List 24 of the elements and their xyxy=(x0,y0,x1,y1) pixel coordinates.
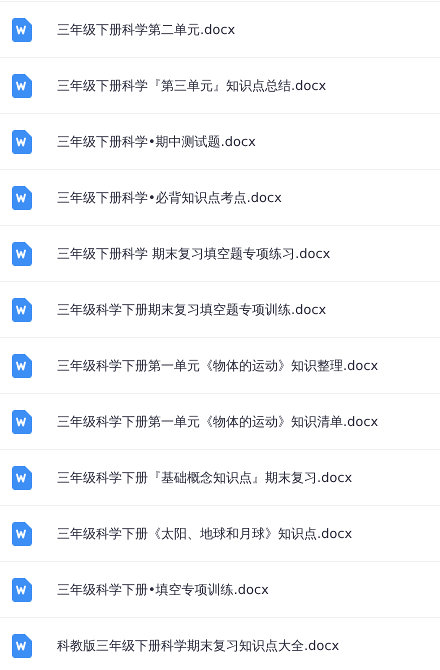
file-name-link[interactable]: 三年级下册科学第二单元.docx xyxy=(57,20,236,38)
word-document-icon xyxy=(12,410,32,434)
word-document-icon xyxy=(12,578,32,602)
word-document-icon xyxy=(12,298,32,322)
word-document-icon xyxy=(12,634,32,658)
word-document-icon xyxy=(12,130,32,154)
word-document-icon xyxy=(12,522,32,546)
file-name-link[interactable]: 三年级科学下册《太阳、地球和月球》知识点.docx xyxy=(57,524,352,542)
file-name-link[interactable]: 三年级科学下册期末复习填空题专项训练.docx xyxy=(57,300,326,318)
file-name-link[interactable]: 三年级下册科学 期末复习填空题专项练习.docx xyxy=(57,244,330,262)
word-document-icon xyxy=(12,186,32,210)
file-name-link[interactable]: 三年级科学下册•填空专项训练.docx xyxy=(57,580,269,598)
word-document-icon xyxy=(12,354,32,378)
file-name-link[interactable]: 三年级下册科学•期中测试题.docx xyxy=(57,132,256,150)
word-document-icon xyxy=(12,18,32,42)
word-document-icon xyxy=(12,74,32,98)
file-name-link[interactable]: 三年级科学下册『基础概念知识点』期末复习.docx xyxy=(57,468,352,486)
file-name-link[interactable]: 科教版三年级下册科学期末复习知识点大全.docx xyxy=(57,636,340,654)
file-name-link[interactable]: 三年级下册科学•必背知识点考点.docx xyxy=(57,188,282,206)
file-name-link[interactable]: 三年级科学下册第一单元《物体的运动》知识整理.docx xyxy=(57,356,378,374)
word-document-icon xyxy=(12,242,32,266)
word-document-icon xyxy=(12,466,32,490)
file-name-link[interactable]: 三年级下册科学『第三单元』知识点总结.docx xyxy=(57,76,326,94)
file-name-link[interactable]: 三年级科学下册第一单元《物体的运动》知识清单.docx xyxy=(57,412,378,430)
